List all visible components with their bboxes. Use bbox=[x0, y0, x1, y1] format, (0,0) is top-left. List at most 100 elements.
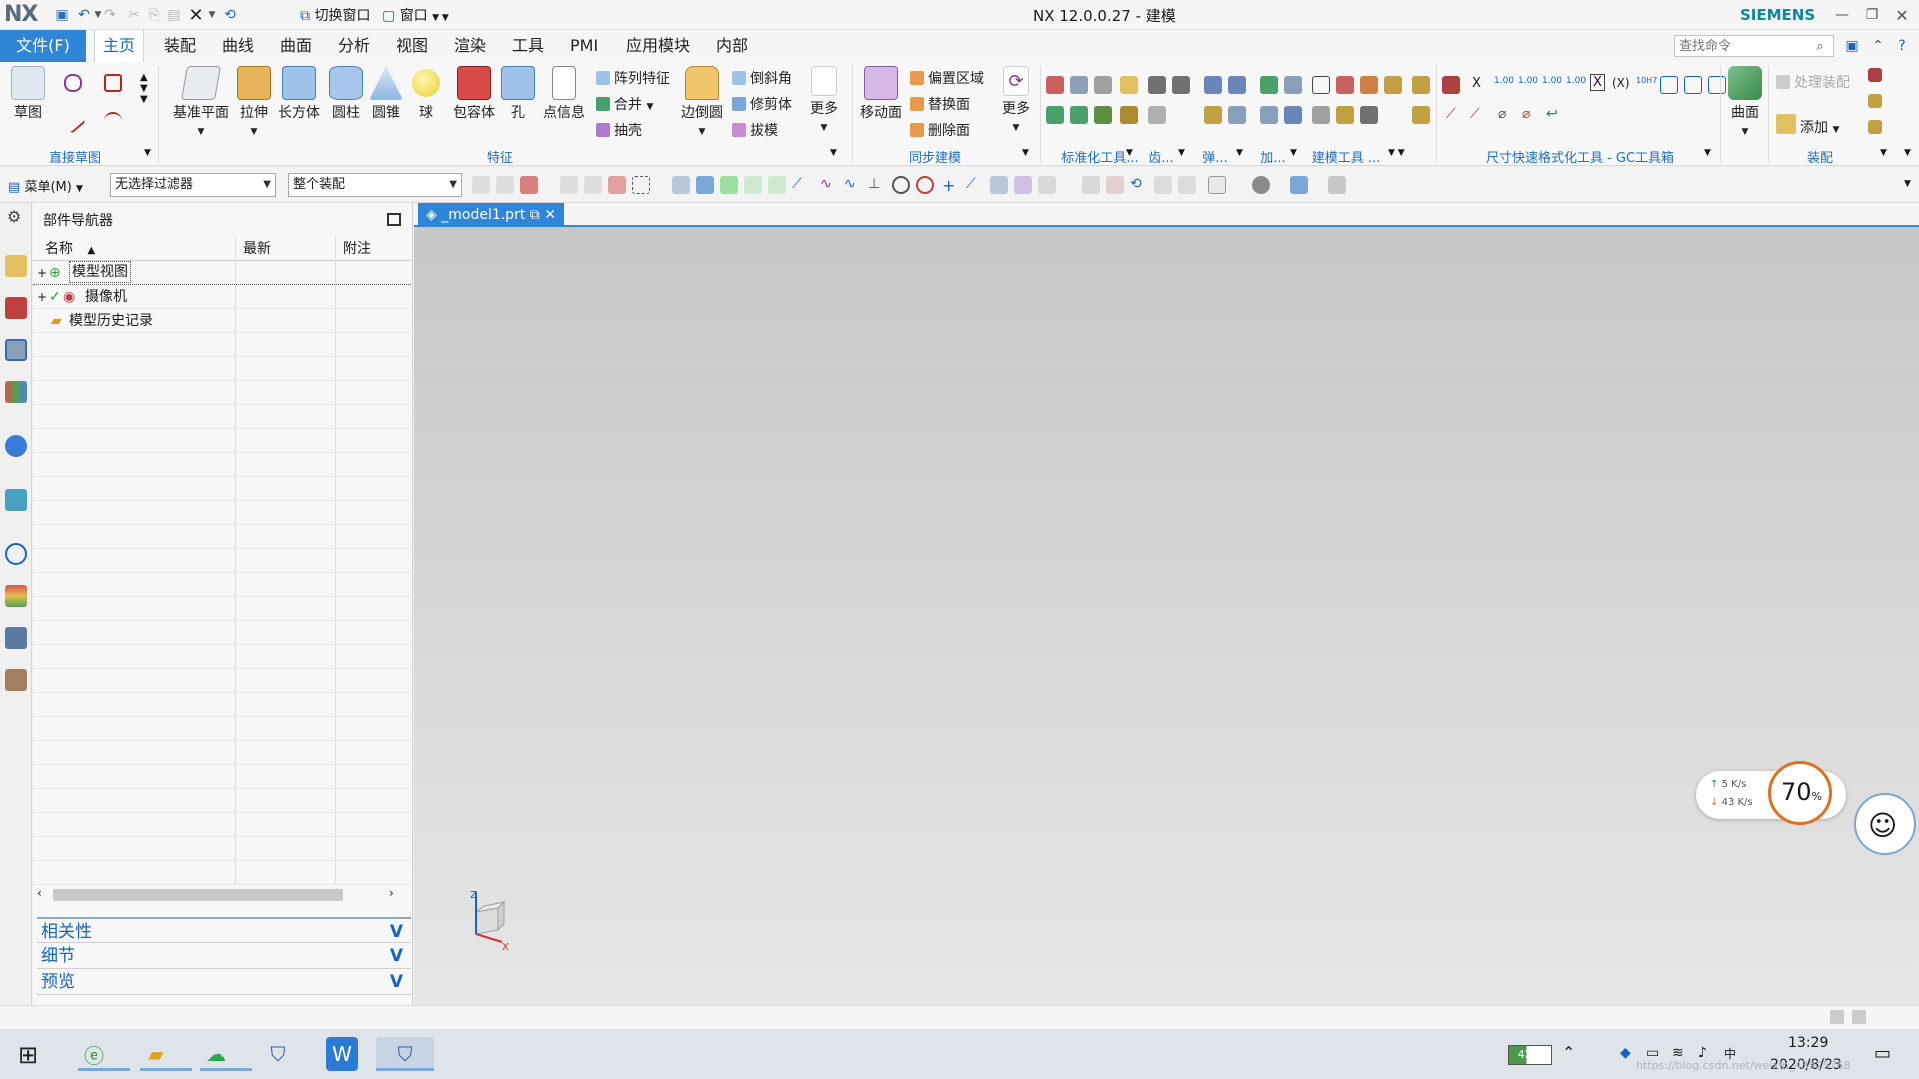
add-tool-icon-4[interactable] bbox=[1284, 106, 1302, 124]
spring-dropdown-icon[interactable]: ▼ bbox=[1236, 148, 1243, 158]
redo-icon[interactable]: ↷ bbox=[98, 3, 122, 27]
dim-format-icon-17[interactable]: ↩ bbox=[1546, 106, 1558, 122]
spring-group-label[interactable]: 弹... bbox=[1200, 147, 1230, 166]
snap-icon-5[interactable]: ∿ bbox=[820, 176, 838, 194]
std-tool-icon-4[interactable] bbox=[1120, 76, 1138, 94]
offset-region-button[interactable]: 偏置区域 bbox=[910, 68, 984, 88]
dim-format-icon-2[interactable]: X bbox=[1472, 76, 1481, 91]
tray-app-icon[interactable]: ◆ bbox=[1620, 1045, 1631, 1061]
more-feature-button[interactable]: 更多 ▼ bbox=[804, 66, 844, 134]
select-tool-icon-6[interactable] bbox=[608, 176, 626, 194]
snap-icon-11[interactable] bbox=[1014, 176, 1032, 194]
gear-group-label[interactable]: 齿... bbox=[1146, 147, 1176, 166]
std-tool-icon-3[interactable] bbox=[1094, 76, 1112, 94]
cone-button[interactable]: 圆锥 bbox=[366, 66, 406, 122]
preview-section-header[interactable]: 预览 V bbox=[37, 969, 411, 995]
surface-button[interactable]: 曲面 ▼ bbox=[1724, 66, 1766, 138]
select-tool-icon-2[interactable] bbox=[496, 176, 514, 194]
spring-icon-2[interactable] bbox=[1228, 76, 1246, 94]
selection-filter-select[interactable]: 无选择过滤器 ▼ bbox=[110, 173, 276, 197]
process-studio-icon[interactable] bbox=[5, 627, 27, 649]
modeling-tool-icon-2[interactable] bbox=[1336, 76, 1354, 94]
expand-icon[interactable]: + bbox=[37, 285, 47, 309]
modeling-tool-icon-1[interactable] bbox=[1312, 76, 1330, 94]
ribbon-options-icon[interactable]: ▼ bbox=[1904, 148, 1911, 158]
tab-pmi[interactable]: PMI bbox=[562, 30, 606, 62]
snap-icon-4[interactable]: ⟋ bbox=[792, 176, 810, 194]
taskbar-app-wechat[interactable]: ☁ bbox=[196, 1037, 252, 1071]
view-tool-icon-4[interactable] bbox=[1178, 176, 1196, 194]
dim-format-icon-10[interactable] bbox=[1660, 76, 1678, 94]
status-icon-1[interactable] bbox=[1830, 1010, 1844, 1024]
tab-surface[interactable]: 曲面 bbox=[272, 30, 320, 62]
minimize-icon[interactable]: — bbox=[1830, 3, 1854, 27]
close-icon[interactable]: ✕ bbox=[1890, 3, 1914, 27]
column-header-latest[interactable]: 最新 bbox=[243, 237, 271, 261]
assembly-tool-icon-3[interactable] bbox=[1868, 120, 1882, 134]
taskbar-app-nx[interactable]: ⛉ bbox=[376, 1037, 434, 1071]
add-component-button[interactable]: 添加 ▼ bbox=[1776, 114, 1839, 137]
process-assembly-button[interactable]: 处理装配 bbox=[1776, 72, 1850, 92]
std-tool-icon-6[interactable] bbox=[1070, 106, 1088, 124]
expand-icon[interactable]: + bbox=[37, 261, 47, 285]
dependencies-section-header[interactable]: 相关性 V bbox=[37, 917, 411, 943]
rectangle-select-icon[interactable] bbox=[632, 176, 650, 194]
dim-format-icon-13[interactable]: ⟋ bbox=[1446, 106, 1456, 122]
reuse-library-icon[interactable] bbox=[5, 381, 27, 403]
checkmark-icon[interactable]: ✓ bbox=[49, 285, 61, 309]
line-icon[interactable] bbox=[60, 108, 86, 134]
tab-home[interactable]: 主页 bbox=[94, 30, 145, 62]
toolbar-options-icon[interactable]: ▼ bbox=[1904, 179, 1911, 189]
delete-face-button[interactable]: 删除面 bbox=[910, 120, 970, 140]
view-rotate-icon[interactable]: ⟲ bbox=[1130, 176, 1148, 194]
save-icon[interactable]: ▣ bbox=[50, 3, 74, 27]
extrude-button[interactable]: 拉伸 ▼ bbox=[232, 66, 276, 138]
taskbar-app-nx-launcher[interactable]: ⛉ bbox=[258, 1037, 298, 1071]
history-icon[interactable] bbox=[5, 543, 27, 565]
web-browser-icon[interactable] bbox=[5, 489, 27, 511]
sync-group-menu-icon[interactable]: ▼ bbox=[1022, 148, 1029, 158]
sketch-gallery-dropdown-icon[interactable]: ▲ ▼ ▼ bbox=[140, 72, 148, 105]
add-dropdown-icon[interactable]: ▼ bbox=[1290, 148, 1297, 158]
std-tool-icon-1[interactable] bbox=[1046, 76, 1064, 94]
snap-icon-3[interactable] bbox=[768, 176, 786, 194]
restore-icon[interactable]: ❐ bbox=[1860, 3, 1884, 27]
std-tool-icon-11[interactable] bbox=[1148, 106, 1166, 124]
memory-usage-gauge[interactable]: 70% bbox=[1768, 761, 1832, 825]
undock-icon[interactable]: ⧉ bbox=[530, 207, 540, 223]
snap-icon-9[interactable]: ⟋ bbox=[966, 176, 984, 194]
bounding-body-button[interactable]: 包容体 bbox=[450, 66, 498, 122]
collapse-ribbon-icon[interactable]: ⌃ bbox=[1866, 34, 1890, 58]
view-tool-icon-7[interactable] bbox=[1290, 176, 1308, 194]
shell-button[interactable]: 抽壳 bbox=[596, 120, 642, 140]
spring-icon-1[interactable] bbox=[1204, 76, 1222, 94]
std-tools-group-label[interactable]: 标准化工具... bbox=[1040, 147, 1160, 166]
file-menu-button[interactable]: 文件(F) bbox=[0, 30, 86, 62]
std-tool-icon-10[interactable] bbox=[1172, 76, 1190, 94]
std-tool-icon-9[interactable] bbox=[1148, 76, 1166, 94]
view-tool-icon-6[interactable] bbox=[1252, 176, 1270, 194]
taskbar-app-wps[interactable]: W bbox=[326, 1037, 358, 1071]
spring-icon-4[interactable] bbox=[1228, 106, 1246, 124]
tab-view[interactable]: 视图 bbox=[388, 30, 436, 62]
tab-curve[interactable]: 曲线 bbox=[214, 30, 262, 62]
resource-settings-icon[interactable]: ⚙ bbox=[7, 207, 21, 226]
status-icon-2[interactable] bbox=[1852, 1010, 1866, 1024]
unite-button[interactable]: 合并 ▼ bbox=[596, 94, 653, 114]
repeat-command-icon[interactable]: ⟲ bbox=[218, 3, 242, 27]
manufacturing-wizard-icon[interactable] bbox=[5, 669, 27, 691]
hole-button[interactable]: 孔 bbox=[498, 66, 538, 122]
window-layout-icon[interactable]: ▣ bbox=[1840, 34, 1864, 58]
help-icon[interactable]: ? bbox=[1890, 34, 1914, 58]
select-tool-icon-8[interactable] bbox=[696, 176, 714, 194]
spring-icon-3[interactable] bbox=[1204, 106, 1222, 124]
dim-tools-group-menu-icon[interactable]: ▼ bbox=[1704, 148, 1711, 158]
draft-button[interactable]: 拔模 bbox=[732, 120, 778, 140]
add-tool-icon-3[interactable] bbox=[1260, 106, 1278, 124]
constraint-navigator-icon[interactable] bbox=[5, 297, 27, 319]
snap-icon-8[interactable]: + bbox=[942, 176, 960, 195]
snap-icon-7[interactable]: ⊥ bbox=[868, 176, 886, 194]
select-tool-icon-3[interactable] bbox=[520, 176, 538, 194]
menu-button[interactable]: ▤ 菜单(M) ▼ bbox=[8, 176, 83, 195]
assembly-tool-icon-2[interactable] bbox=[1868, 94, 1882, 108]
